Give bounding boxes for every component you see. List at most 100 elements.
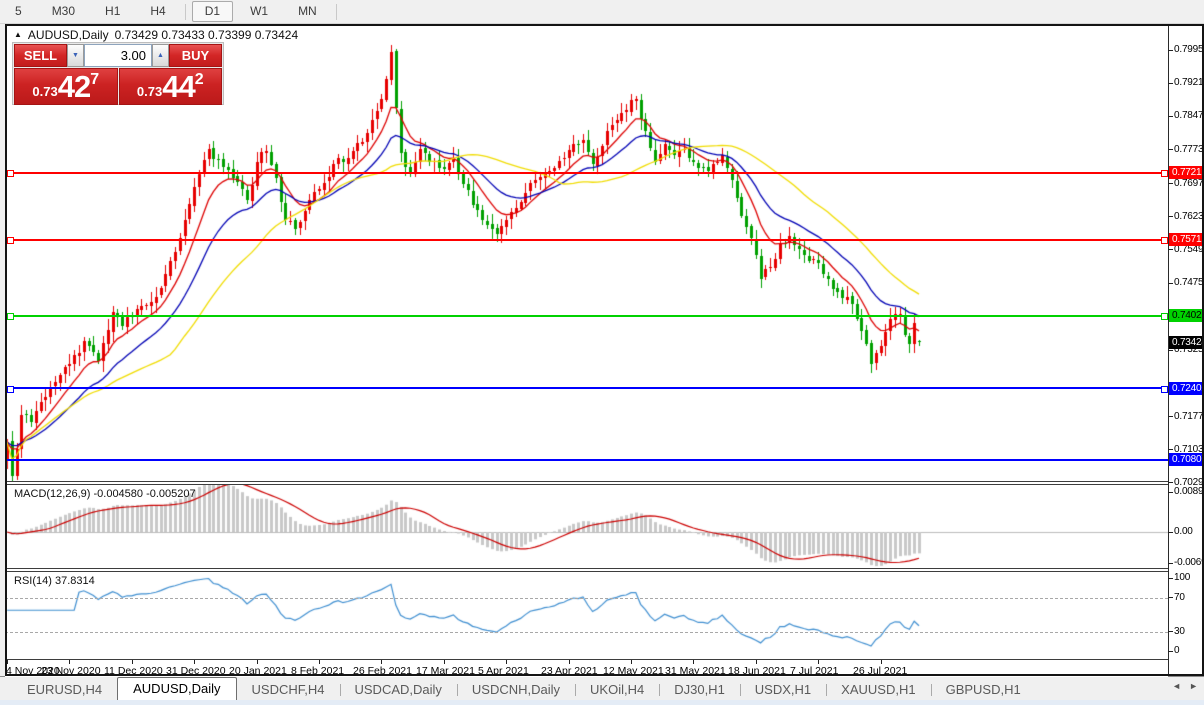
tab-nav-left-icon[interactable]: ◄ (1172, 681, 1181, 691)
price-axis-tick: 0.79210 (1168, 77, 1204, 88)
date-axis-tick (132, 660, 133, 664)
date-axis-label: 26 Jul 2021 (853, 665, 908, 677)
horizontal-level-price-label: 0.75712 (1169, 233, 1204, 247)
line-drag-handle[interactable] (1161, 237, 1168, 245)
horizontal-level-price-label: 0.77212 (1169, 166, 1204, 180)
line-drag-handle[interactable] (1161, 170, 1168, 178)
horizontal-level-line[interactable] (5, 387, 1168, 390)
buy-price-display[interactable]: 0.73 44 2 (118, 68, 222, 105)
price-axis-tick: 0.74750 (1168, 277, 1204, 288)
buy-price-prefix: 0.73 (136, 84, 163, 99)
line-drag-handle[interactable] (7, 237, 14, 245)
chart-tab-usdchf-h4[interactable]: USDCHF,H4 (237, 680, 340, 700)
date-axis-tick (506, 660, 507, 664)
date-axis-tick (444, 660, 445, 664)
spin-down-icon: ▼ (72, 52, 79, 59)
date-axis-label: 23 Apr 2021 (541, 665, 598, 677)
horizontal-level-line[interactable] (5, 458, 1168, 461)
timeframe-button-5[interactable]: 5 (2, 1, 35, 22)
line-drag-handle[interactable] (7, 313, 14, 321)
line-drag-handle[interactable] (7, 385, 14, 393)
rsi-level-line (5, 597, 1168, 599)
date-axis-tick (7, 660, 8, 664)
date-axis-tick (194, 660, 195, 664)
chart-tab-audusd-daily[interactable]: AUDUSD,Daily (117, 677, 237, 700)
macd-indicator-label: MACD(12,26,9) -0.004580 -0.005207 (14, 488, 196, 500)
line-drag-handle[interactable] (1161, 385, 1168, 393)
buy-price-sup: 2 (194, 71, 204, 88)
toolbar-separator (335, 3, 337, 20)
date-axis-label: 26 Feb 2021 (353, 665, 412, 677)
chart-tab-ukoil-h4[interactable]: UKOil,H4 (575, 680, 659, 700)
tab-navigation: ◄ ► (1172, 681, 1198, 691)
rsi-value: 37.8314 (54, 575, 95, 587)
current-price-label: 0.73424 (1169, 335, 1204, 349)
horizontal-level-price-label: 0.70807 (1169, 453, 1204, 467)
date-axis-label: 12 May 2021 (603, 665, 664, 677)
toolbar-separator (184, 3, 186, 20)
chart-tab-eurusd-h4[interactable]: EURUSD,H4 (12, 680, 117, 700)
chart-tab-usdcad-daily[interactable]: USDCAD,Daily (339, 680, 457, 700)
chart-tab-gbpusd-h1[interactable]: GBPUSD,H1 (930, 680, 1036, 700)
pane-separator-macd-rsi[interactable] (5, 568, 1168, 572)
date-axis-label: 31 Dec 2020 (166, 665, 226, 677)
price-axis-tick: 0.77730 (1168, 144, 1204, 155)
rsi-level-line (5, 631, 1168, 633)
horizontal-level-line[interactable] (5, 314, 1168, 317)
date-axis-label: 20 Jan 2021 (229, 665, 287, 677)
price-axis-tick: 0.71770 (1168, 411, 1204, 422)
rsi-axis-tick: 0 (1168, 645, 1204, 656)
timeframe-button-d1[interactable]: D1 (191, 1, 234, 22)
rsi-pane-canvas[interactable] (5, 572, 1168, 657)
horizontal-level-line[interactable] (5, 171, 1168, 174)
date-axis-tick (381, 660, 382, 664)
sell-price-prefix: 0.73 (32, 84, 58, 99)
date-axis-tick (569, 660, 570, 664)
chart-tab-usdx-h1[interactable]: USDX,H1 (739, 680, 826, 700)
buy-price-big: 44 (162, 69, 195, 104)
timeframe-button-h1[interactable]: H1 (92, 1, 133, 22)
chart-expand-icon[interactable]: ▲ (14, 31, 22, 39)
horizontal-level-price-label: 0.74022 (1169, 309, 1204, 323)
chart-tab-xauusd-h1[interactable]: XAUUSD,H1 (826, 680, 930, 700)
sell-button[interactable]: SELL (14, 44, 67, 67)
chart-tab-usdcnh-daily[interactable]: USDCNH,Daily (456, 680, 575, 700)
price-axis-tick: 0.76970 (1168, 178, 1204, 189)
tab-nav-right-icon[interactable]: ► (1189, 681, 1198, 691)
chart-tab-dj30-h1[interactable]: DJ30,H1 (659, 680, 740, 700)
volume-decrease-button[interactable]: ▼ (67, 44, 84, 67)
volume-increase-button[interactable]: ▲ (152, 44, 169, 67)
rsi-axis-tick: 30 (1168, 626, 1204, 637)
volume-input[interactable] (84, 44, 152, 67)
date-axis-label: 5 Apr 2021 (478, 665, 529, 677)
sell-price-sup: 7 (90, 71, 100, 88)
date-axis-label: 23 Nov 2020 (41, 665, 101, 677)
price-axis-tick: 0.79950 (1168, 44, 1204, 55)
timeframe-button-mn[interactable]: MN (285, 1, 330, 22)
price-axis-tick: 0.76230 (1168, 211, 1204, 222)
horizontal-level-line[interactable] (5, 238, 1168, 241)
one-click-trading-panel: SELL ▼ ▲ BUY 0.73427 0.73442 (12, 42, 224, 105)
timeframe-button-w1[interactable]: W1 (237, 1, 281, 22)
line-drag-handle[interactable] (7, 170, 14, 178)
date-axis[interactable]: 4 Nov 2020 23 Nov 2020 11 Dec 2020 31 Dec 2… (5, 659, 1168, 677)
buy-button[interactable]: BUY (169, 44, 222, 67)
rsi-indicator-label: RSI(14) 37.8314 (14, 575, 95, 587)
macd-axis-tick: 0.00890 (1168, 486, 1204, 497)
chart-tab-bar: EURUSD,H4 AUDUSD,Daily USDCHF,H4 USDCAD,Dai… (0, 676, 1204, 700)
timeframe-button-h4[interactable]: H4 (137, 1, 178, 22)
chart-ohlc-values: 0.73429 0.73433 0.73399 0.73424 (114, 28, 299, 42)
pane-separator-main-macd[interactable] (5, 481, 1168, 485)
date-axis-label: 8 Feb 2021 (291, 665, 345, 677)
horizontal-level-price-label: 0.72402 (1169, 381, 1204, 395)
date-axis-tick (756, 660, 757, 664)
timeframe-button-m30[interactable]: M30 (39, 1, 88, 22)
sell-price-display[interactable]: 0.73 42 7 (14, 68, 118, 105)
status-strip (0, 700, 1204, 705)
macd-name: MACD(12,26,9) (14, 488, 91, 500)
date-axis-tick (693, 660, 694, 664)
rsi-axis-tick: 70 (1168, 592, 1204, 603)
macd-axis-tick: 0.00 (1168, 526, 1204, 537)
rsi-axis-tick: 100 (1168, 572, 1204, 583)
line-drag-handle[interactable] (1161, 313, 1168, 321)
